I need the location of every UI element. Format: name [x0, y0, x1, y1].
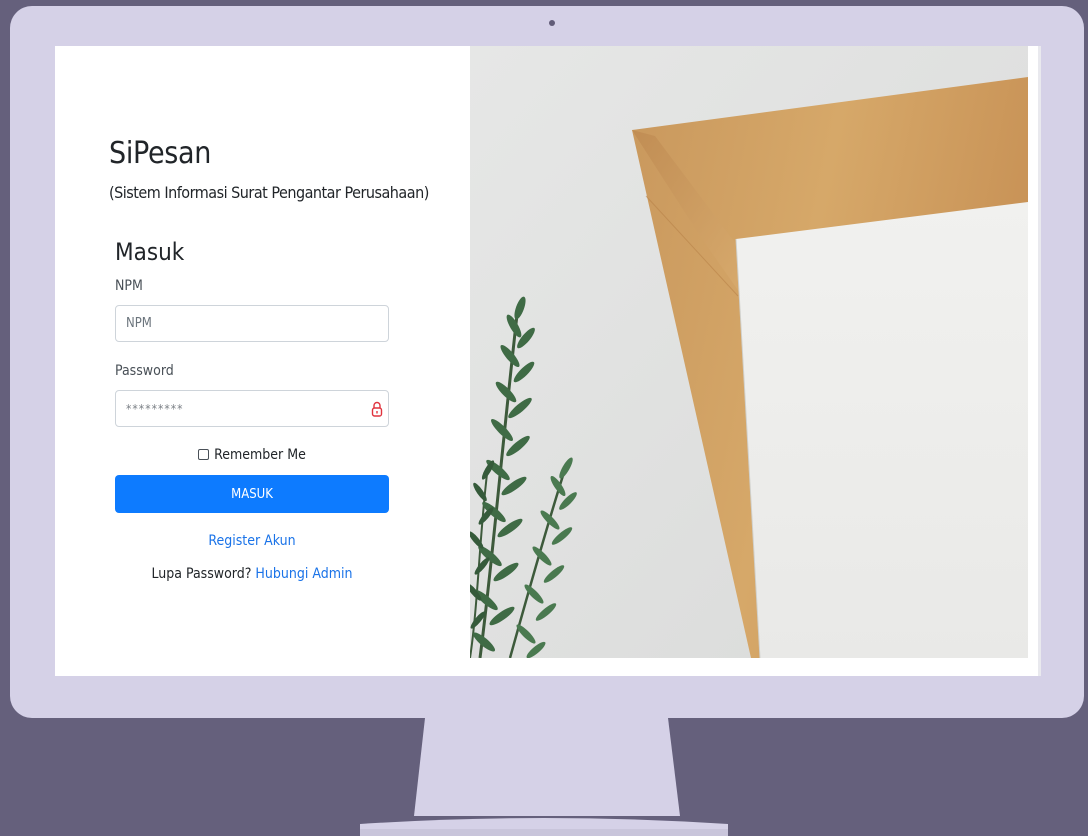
monitor-stand [360, 718, 728, 836]
